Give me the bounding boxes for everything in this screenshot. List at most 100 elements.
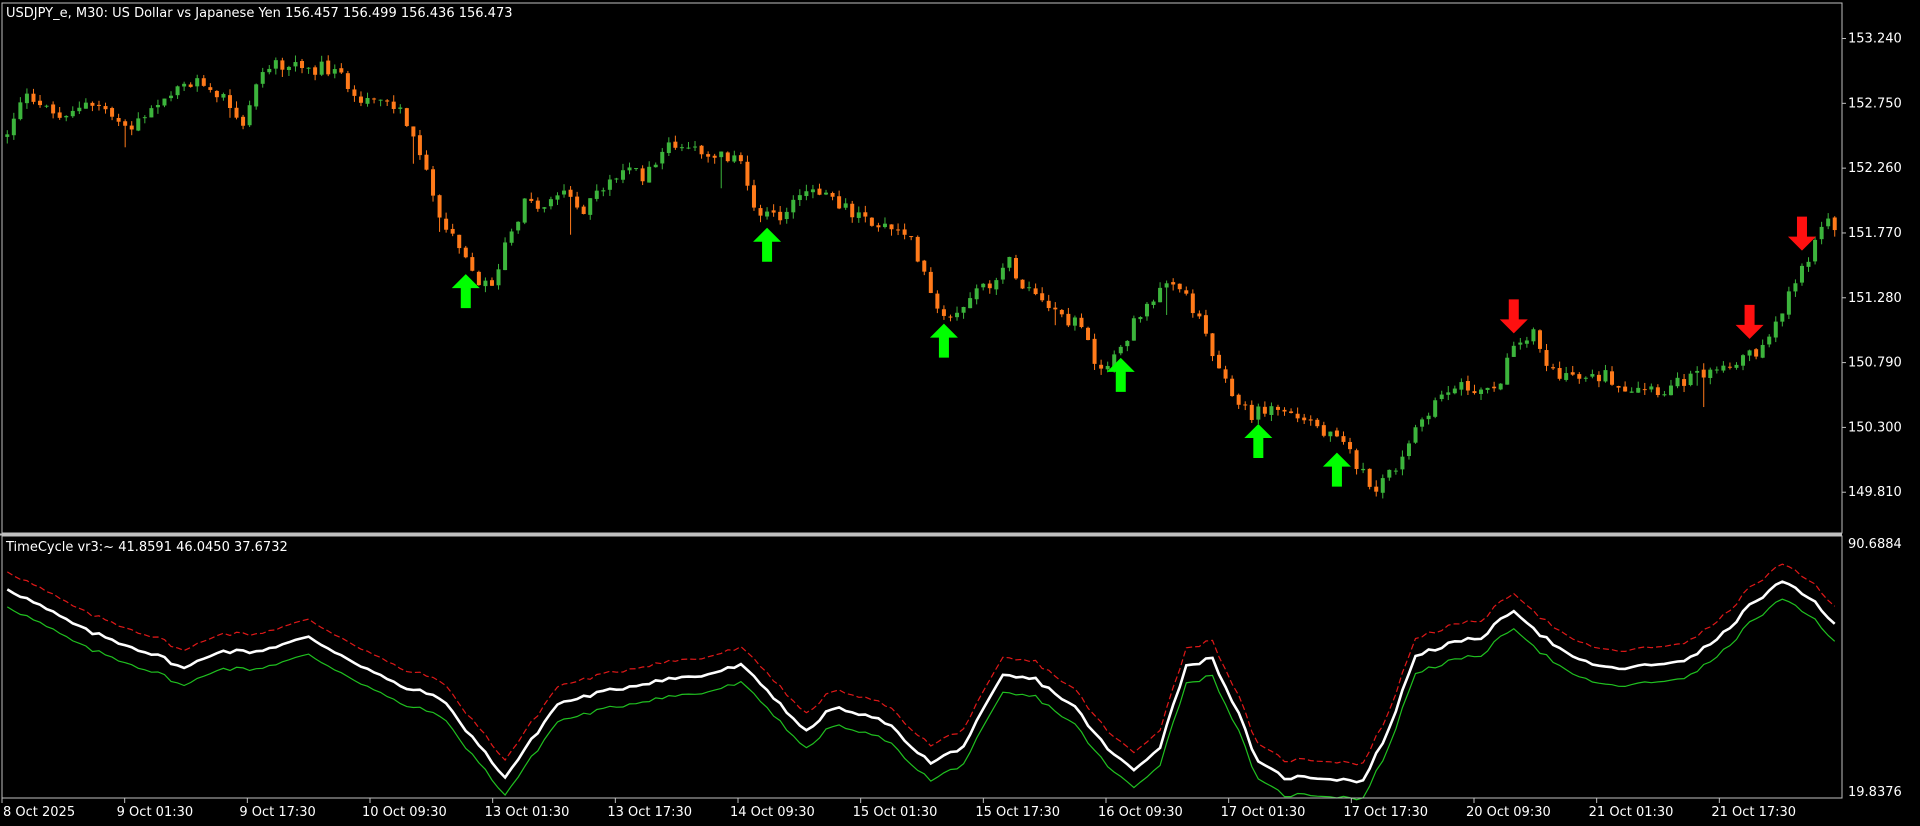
candle-body: [1190, 293, 1195, 314]
candle-body: [706, 154, 711, 157]
indicator-values: 41.8591 46.0450 37.6732: [118, 540, 288, 555]
candle-body: [437, 195, 442, 218]
candle-body: [594, 190, 599, 199]
candle-body: [699, 145, 704, 155]
candle-body: [358, 96, 363, 103]
candle-body: [1813, 239, 1818, 262]
candle-body: [1059, 309, 1064, 315]
candle-body: [607, 179, 612, 190]
price-axis-label: 151.280: [1848, 291, 1902, 306]
candle-body: [909, 236, 914, 238]
candle-body: [994, 280, 999, 290]
candle-body: [1446, 392, 1451, 395]
candle-body: [1066, 313, 1071, 326]
candle-body: [843, 203, 848, 208]
candle-body: [273, 60, 278, 69]
candle-body: [1210, 333, 1215, 357]
candle-body: [863, 212, 868, 217]
candle-body: [90, 102, 95, 106]
candle-body: [1734, 364, 1739, 368]
candle-body: [1380, 478, 1385, 493]
candle-body: [1144, 303, 1149, 317]
candle-body: [902, 229, 907, 235]
candle-body: [961, 306, 966, 313]
candle-body: [110, 108, 115, 117]
candle-body: [1590, 374, 1595, 377]
candle-body: [1472, 391, 1477, 394]
candle-body: [1452, 388, 1457, 394]
time-axis-label: 17 Oct 01:30: [1221, 805, 1306, 820]
candle-body: [31, 93, 36, 102]
candle-body: [463, 247, 468, 258]
price-axis-label: 151.770: [1848, 226, 1902, 241]
candle-body: [483, 280, 488, 287]
candle-body: [935, 293, 940, 309]
candle-body: [385, 100, 390, 102]
candle-body: [1760, 344, 1765, 358]
candle-body: [1203, 315, 1208, 334]
candle-body: [804, 191, 809, 197]
time-axis-label: 14 Oct 09:30: [730, 805, 815, 820]
candle-body: [241, 116, 246, 126]
candle-body: [280, 60, 285, 70]
candle-body: [424, 154, 429, 170]
candle-body: [830, 193, 835, 197]
candle-body: [876, 225, 881, 228]
candle-body: [614, 178, 619, 180]
symbol-name: USDJPY_e,: [6, 6, 72, 21]
candle-body: [1459, 382, 1464, 390]
time-axis-label: 13 Oct 17:30: [607, 805, 692, 820]
candle-body: [1610, 371, 1615, 385]
candle-body: [227, 95, 232, 109]
candle-body: [313, 67, 318, 75]
candle-body: [44, 105, 49, 107]
candle-body: [1367, 468, 1372, 487]
candle-body: [1511, 345, 1516, 357]
candle-body: [627, 167, 632, 171]
candle-body: [38, 100, 43, 106]
time-axis-label: 20 Oct 09:30: [1466, 805, 1551, 820]
candle-body: [791, 199, 796, 213]
ohlc-values: 156.457 156.499 156.436 156.473: [285, 6, 512, 21]
candle-body: [568, 189, 573, 197]
candle-body: [660, 151, 665, 164]
candle-body: [1400, 456, 1405, 470]
candle-body: [1118, 346, 1123, 354]
candle-body: [535, 200, 540, 209]
candle-body: [1013, 258, 1018, 279]
time-axis-label: 17 Oct 17:30: [1343, 805, 1428, 820]
candle-body: [738, 155, 743, 162]
trading-chart[interactable]: USDJPY_e, M30: US Dollar vs Japanese Yen…: [0, 0, 1920, 826]
candle-body: [758, 208, 763, 216]
candle-body: [1387, 469, 1392, 478]
candle-body: [1151, 301, 1156, 305]
candle-body: [1557, 368, 1562, 379]
candle-body: [666, 142, 671, 154]
candle-body: [1498, 383, 1503, 390]
candle-body: [18, 102, 23, 120]
candle-body: [1688, 373, 1693, 386]
candle-body: [1053, 307, 1058, 310]
time-axis-label: 21 Oct 01:30: [1589, 805, 1674, 820]
symbol-description: US Dollar vs Japanese Yen: [112, 6, 281, 21]
candle-body: [555, 195, 560, 200]
candle-body: [941, 309, 946, 316]
candle-body: [162, 98, 167, 106]
candle-body: [784, 211, 789, 220]
candle-body: [856, 212, 861, 218]
candle-body: [765, 211, 770, 217]
time-axis-label: 15 Oct 01:30: [853, 805, 938, 820]
candle-body: [457, 234, 462, 249]
candle-body: [352, 89, 357, 96]
candle-body: [1544, 350, 1549, 366]
candle-body: [1105, 365, 1110, 370]
candle-body: [1243, 404, 1248, 406]
candle-body: [1636, 387, 1641, 393]
candle-body: [1780, 313, 1785, 322]
candle-body: [470, 257, 475, 271]
candle-body: [1223, 369, 1228, 379]
candle-body: [837, 196, 842, 209]
candle-body: [77, 107, 82, 112]
candle-body: [293, 62, 298, 67]
candle-body: [1492, 386, 1497, 389]
